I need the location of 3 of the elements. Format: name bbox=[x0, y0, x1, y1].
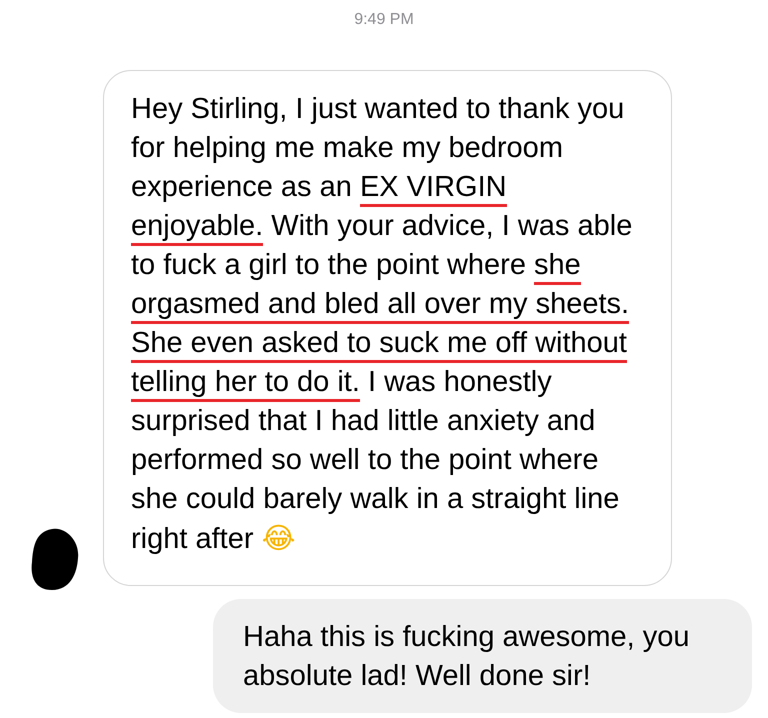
message-text: Haha this is fucking awesome, you absolute lad! Well done sir! bbox=[243, 620, 690, 694]
timestamp: 9:49 PM bbox=[354, 10, 414, 30]
message-text: Hey Stirling, I just wanted to thank you for helping me make my bedroom experience as an EX VIRGIN enjoyable. With your advice, I was able to fuck a girl to the point where she orgasmed and bled all over my sheets. She even asked to suck me off without telling her to do it. I was honestly surprised that I had little anxiety and performed so well to the point where she could barely walk in a straight line right after 😂 bbox=[131, 92, 634, 557]
